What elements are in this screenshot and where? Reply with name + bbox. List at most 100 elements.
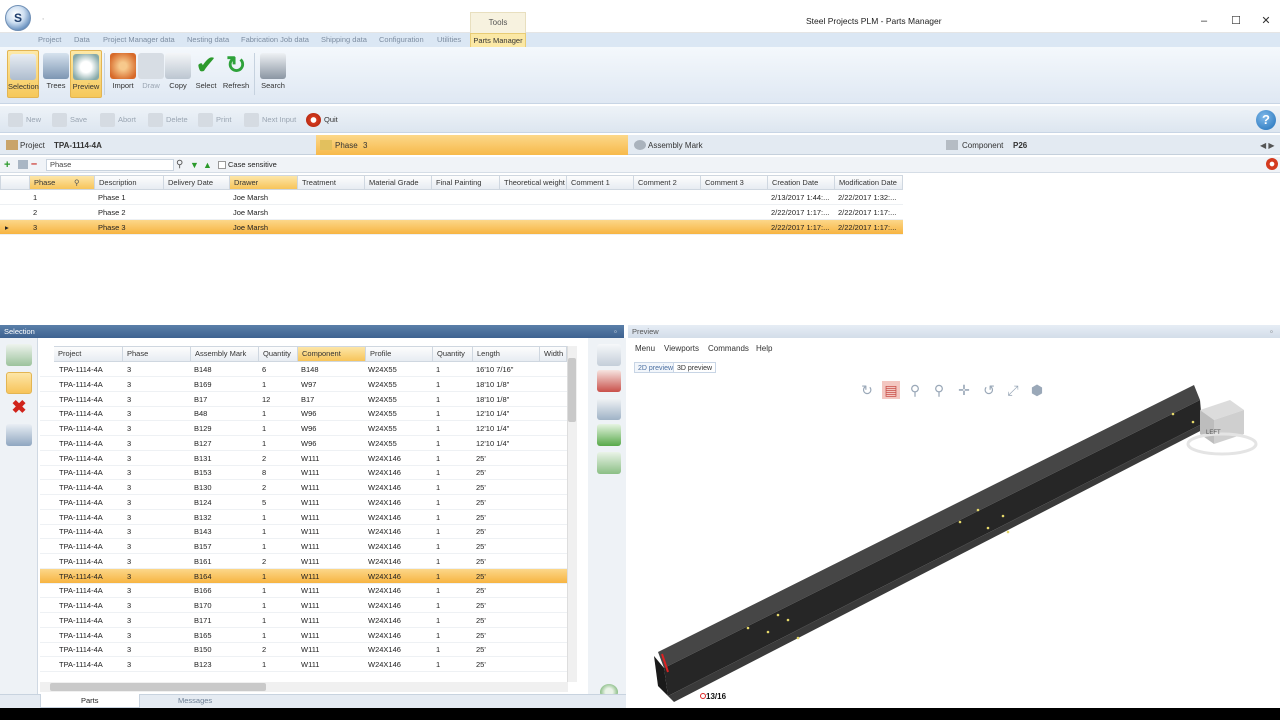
- minimize-button[interactable]: –: [1196, 14, 1212, 28]
- list-icon[interactable]: [597, 398, 621, 420]
- filter-clear-icon[interactable]: ▲: [203, 160, 212, 170]
- pin-icon[interactable]: ▫: [614, 325, 617, 338]
- assign-icon[interactable]: [597, 370, 621, 392]
- table-row[interactable]: TPA-1114-4A 3 B127 1 W96 W24X55 1 12'10 1/4": [40, 436, 568, 451]
- tab-project[interactable]: Project: [38, 35, 61, 44]
- table-row[interactable]: TPA-1114-4A 3 B48 1 W96 W24X55 1 12'10 1/4": [40, 406, 568, 422]
- tree-filter-icon[interactable]: [6, 344, 32, 366]
- table-row[interactable]: TPA-1114-4A 3 B166 1 W111 W24X146 1 25': [40, 583, 568, 599]
- tab-utilities[interactable]: Utilities: [437, 35, 461, 44]
- delete-button[interactable]: Delete: [148, 112, 188, 128]
- column-header-project[interactable]: Project: [54, 346, 123, 362]
- tab-parts-manager[interactable]: Parts Manager: [470, 33, 526, 48]
- apply-icon[interactable]: [597, 424, 621, 446]
- table-row[interactable]: TPA-1114-4A 3 B132 1 W111 W24X146 1 25': [40, 510, 568, 525]
- print-button[interactable]: Print: [198, 112, 231, 128]
- trees-button[interactable]: Trees: [40, 50, 72, 98]
- breadcrumb-phase-value[interactable]: 3: [363, 141, 367, 150]
- tree-move-icon[interactable]: [6, 424, 32, 446]
- close-button[interactable]: ✕: [1258, 14, 1274, 28]
- table-row[interactable]: TPA-1114-4A 3 B17 12 B17 W24X55 1 18'10 1/8": [40, 392, 568, 407]
- tab-messages[interactable]: Messages: [178, 696, 212, 705]
- breadcrumb-project-label[interactable]: Project: [20, 141, 45, 150]
- add-filter-icon[interactable]: +: [4, 159, 10, 171]
- tab-shipping-data[interactable]: Shipping data: [321, 35, 367, 44]
- preview-menu-viewports[interactable]: Viewports: [664, 344, 699, 353]
- preview-menu-help[interactable]: Help: [756, 344, 772, 353]
- grid-filter-icon[interactable]: [18, 160, 28, 169]
- filter-down-icon[interactable]: ▼: [190, 160, 199, 170]
- column-header-treatment[interactable]: Treatment: [298, 175, 365, 190]
- search-icon[interactable]: ⚲: [176, 159, 183, 170]
- breadcrumb-component-value[interactable]: P26: [1013, 141, 1027, 150]
- table-row[interactable]: TPA-1114-4A 3 B157 1 W111 W24X146 1 25': [40, 539, 568, 554]
- remove-selection-icon[interactable]: ✖: [6, 396, 32, 418]
- table-row[interactable]: 1 Phase 1 Joe Marsh 2/13/2017 1:44:... 2/22/…: [0, 190, 903, 205]
- table-row[interactable]: ▸ 3 Phase 3 Joe Marsh 2/22/2017 1:17:... 2/22…: [0, 220, 903, 235]
- table-row[interactable]: 2 Phase 2 Joe Marsh 2/22/2017 1:17:... 2/22/…: [0, 205, 903, 220]
- breadcrumb-assembly-label[interactable]: Assembly Mark: [648, 141, 703, 150]
- breadcrumb-component-label[interactable]: Component: [962, 141, 1003, 150]
- selection-button[interactable]: Selection: [7, 50, 39, 98]
- tree-select-icon[interactable]: [6, 372, 32, 394]
- table-row[interactable]: TPA-1114-4A 3 B148 6 B148 W24X55 1 16'10 7/16": [40, 362, 568, 377]
- column-header-theoretical-weight[interactable]: Theoretical weight: [500, 175, 567, 190]
- table-row[interactable]: TPA-1114-4A 3 B129 1 W96 W24X55 1 12'10 1/4": [40, 421, 568, 436]
- preview-menu-menu[interactable]: Menu: [635, 344, 655, 353]
- column-header-description[interactable]: Description: [95, 175, 164, 190]
- print-icon[interactable]: [597, 452, 621, 474]
- save-button[interactable]: Save: [52, 112, 87, 128]
- case-sensitive-checkbox[interactable]: [218, 161, 226, 169]
- column-header-delivery-date[interactable]: Delivery Date: [164, 175, 230, 190]
- quick-access-toolbar[interactable]: ∙: [42, 14, 44, 23]
- new-button[interactable]: New: [8, 112, 41, 128]
- horizontal-scroll-thumb[interactable]: [50, 683, 266, 691]
- table-row[interactable]: TPA-1114-4A 3 B124 5 W111 W24X146 1 25': [40, 495, 568, 510]
- abort-button[interactable]: Abort: [100, 112, 136, 128]
- table-row[interactable]: TPA-1114-4A 3 B131 2 W111 W24X146 1 25': [40, 451, 568, 466]
- column-header-final-painting[interactable]: Final Painting: [432, 175, 500, 190]
- tab-parts[interactable]: Parts: [81, 696, 99, 705]
- refresh-button[interactable]: ↻ Refresh: [220, 50, 252, 98]
- table-row[interactable]: TPA-1114-4A 3 B143 1 W111 W24X146 1 25': [40, 524, 568, 540]
- column-header-phase[interactable]: Phase ⚲: [30, 175, 95, 190]
- table-row[interactable]: TPA-1114-4A 3 B170 1 W111 W24X146 1 25': [40, 598, 568, 613]
- preview-button[interactable]: Preview: [70, 50, 102, 98]
- table-row[interactable]: TPA-1114-4A 3 B165 1 W111 W24X146 1 25': [40, 628, 568, 643]
- quit-button[interactable]: Quit: [306, 112, 338, 128]
- table-row[interactable]: TPA-1114-4A 3 B153 8 W111 W24X146 1 25': [40, 465, 568, 481]
- tab-data[interactable]: Data: [74, 35, 90, 44]
- tab-nesting-data[interactable]: Nesting data: [187, 35, 229, 44]
- column-header-component[interactable]: Component: [298, 346, 366, 362]
- column-header-profile[interactable]: Profile: [366, 346, 433, 362]
- column-header-material-grade[interactable]: Material Grade: [365, 175, 432, 190]
- table-row[interactable]: TPA-1114-4A 3 B123 1 W111 W24X146 1 25': [40, 657, 568, 672]
- tab-fabrication-job-data[interactable]: Fabrication Job data: [241, 35, 309, 44]
- breadcrumb-nav-arrows[interactable]: ◀ ▶: [1260, 141, 1275, 150]
- table-row[interactable]: TPA-1114-4A 3 B164 1 W111 W24X146 1 25': [40, 568, 568, 584]
- next-input-button[interactable]: Next Input: [244, 112, 296, 128]
- breadcrumb-phase-label[interactable]: Phase: [335, 141, 358, 150]
- app-menu-button[interactable]: S: [5, 5, 31, 31]
- table-row[interactable]: TPA-1114-4A 3 B161 2 W111 W24X146 1 25': [40, 554, 568, 569]
- preview-menu-commands[interactable]: Commands: [708, 344, 749, 353]
- search-button[interactable]: Search: [257, 50, 289, 98]
- pin-icon[interactable]: ▫: [1270, 325, 1273, 338]
- column-header-drawer[interactable]: Drawer: [230, 175, 298, 190]
- column-header-length[interactable]: Length: [473, 346, 540, 362]
- maximize-button[interactable]: ☐: [1228, 14, 1244, 28]
- tab-project-manager-data[interactable]: Project Manager data: [103, 35, 175, 44]
- table-row[interactable]: TPA-1114-4A 3 B171 1 W111 W24X146 1 25': [40, 613, 568, 628]
- search-icon[interactable]: ⚲: [74, 176, 80, 189]
- column-header-quantity-2[interactable]: Quantity: [433, 346, 473, 362]
- column-header-comment-1[interactable]: Comment 1: [567, 175, 634, 190]
- column-header-width[interactable]: Width: [540, 346, 567, 362]
- table-row[interactable]: TPA-1114-4A 3 B150 2 W111 W24X146 1 25': [40, 642, 568, 658]
- power-icon[interactable]: [1266, 158, 1278, 170]
- table-row[interactable]: TPA-1114-4A 3 B130 2 W111 W24X146 1 25': [40, 480, 568, 495]
- column-header-assembly-mark[interactable]: Assembly Mark: [191, 346, 259, 362]
- column-header-creation-date[interactable]: Creation Date: [768, 175, 835, 190]
- filter-field-input[interactable]: Phase: [46, 159, 174, 171]
- remove-filter-icon[interactable]: –: [31, 158, 37, 170]
- beam-3d-view[interactable]: [628, 370, 1280, 708]
